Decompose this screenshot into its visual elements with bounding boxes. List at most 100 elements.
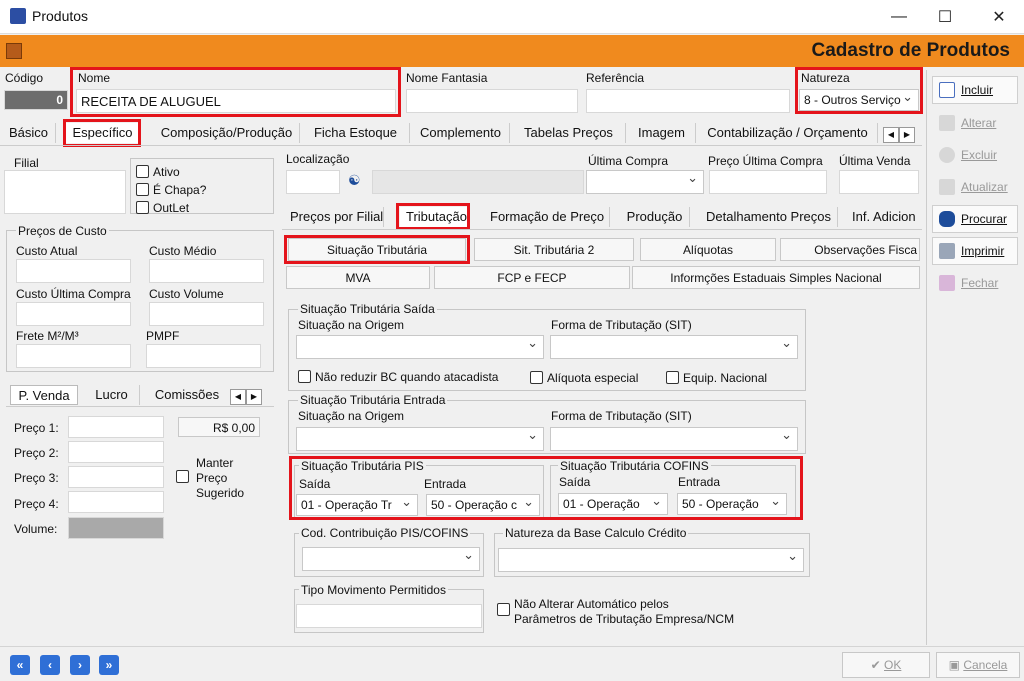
codigo-label: Código: [5, 71, 44, 85]
localizacao-label: Localização: [286, 152, 350, 166]
custo-medio-field[interactable]: [149, 259, 264, 283]
custo-atual-label: Custo Atual: [16, 244, 78, 258]
nome-fantasia-label: Nome Fantasia: [406, 71, 488, 85]
tab-formacao-preco[interactable]: Formação de Preço: [484, 207, 610, 227]
natureza-select[interactable]: 8 - Outros Serviço: [799, 89, 919, 111]
tab-imagem[interactable]: Imagem: [628, 123, 696, 143]
manter-preco-checkbox[interactable]: [176, 470, 189, 483]
atualizar-button[interactable]: Atualizar: [932, 173, 1018, 201]
tab-producao[interactable]: Produção: [620, 207, 690, 227]
tab-ficha-estoque[interactable]: Ficha Estoque: [302, 123, 410, 143]
saida-forma-select[interactable]: [550, 335, 798, 359]
tab-complemento[interactable]: Complemento: [412, 123, 510, 143]
observacoes-fiscais-button[interactable]: Observações Fisca: [780, 238, 920, 261]
venda-scroll-left-icon[interactable]: ◀: [230, 389, 246, 405]
ultima-venda-field[interactable]: [839, 170, 919, 194]
equip-nacional-checkbox[interactable]: [666, 371, 679, 384]
outlet-checkbox[interactable]: [136, 201, 149, 214]
scroll-left-icon[interactable]: ◀: [883, 127, 899, 143]
sidebar-divider: [926, 70, 927, 645]
pis-entrada-select[interactable]: 50 - Operação c: [426, 494, 540, 516]
sit-tributaria-2-button[interactable]: Sit. Tributária 2: [474, 238, 634, 261]
preco-ultima-compra-field[interactable]: [709, 170, 827, 194]
nao-reduzir-checkbox[interactable]: [298, 370, 311, 383]
binoculars-search-icon: [939, 211, 955, 227]
cofins-entrada-select[interactable]: 50 - Operação: [677, 493, 787, 515]
fechar-button[interactable]: Fechar: [932, 269, 1018, 297]
tab-especifico[interactable]: Específico: [66, 123, 140, 143]
incluir-button[interactable]: Incluir: [932, 76, 1018, 104]
preco2-label: Preço 2:: [14, 446, 59, 460]
pmpf-field[interactable]: [146, 344, 261, 368]
pis-saida-select[interactable]: 01 - Operação Tr: [296, 494, 418, 516]
nome-field[interactable]: RECEITA DE ALUGUEL: [76, 89, 396, 113]
tab-p-venda[interactable]: P. Venda: [10, 385, 78, 405]
referencia-field[interactable]: [586, 89, 790, 113]
mva-button[interactable]: MVA: [286, 266, 430, 289]
previous-record-icon[interactable]: ‹: [40, 655, 60, 675]
saida-origem-select[interactable]: [296, 335, 544, 359]
procurar-button[interactable]: Procurar: [932, 205, 1018, 233]
localizacao-field[interactable]: [286, 170, 340, 194]
tab-composicao[interactable]: Composição/Produção: [154, 123, 300, 143]
frete-field[interactable]: [16, 344, 131, 368]
situacao-tributaria-button[interactable]: Situação Tributária: [288, 238, 466, 261]
maximize-button[interactable]: ☐: [922, 0, 968, 34]
venda-tab-scroller[interactable]: ◀ ▶: [230, 389, 262, 405]
alterar-button[interactable]: Alterar: [932, 109, 1018, 137]
form-heading: Cadastro de Produtos: [811, 40, 1010, 61]
ultima-compra-select[interactable]: [586, 170, 704, 194]
next-record-icon[interactable]: ›: [70, 655, 90, 675]
aliquotas-button[interactable]: Alíquotas: [640, 238, 776, 261]
movimento-field[interactable]: [296, 604, 482, 628]
tab-basico[interactable]: Básico: [2, 123, 56, 143]
nome-fantasia-field[interactable]: [406, 89, 578, 113]
nao-alterar-checkbox[interactable]: [497, 603, 510, 616]
custo-volume-field[interactable]: [149, 302, 264, 326]
tab-tributacao[interactable]: Tributação: [400, 207, 470, 227]
tab-inf-adicion[interactable]: Inf. Adicion: [846, 207, 922, 227]
excluir-button[interactable]: Excluir: [932, 141, 1018, 169]
imprimir-button[interactable]: Imprimir: [932, 237, 1018, 265]
tab-comissoes[interactable]: Comissões: [148, 385, 226, 405]
main-tab-scroller[interactable]: ◀ ▶: [883, 127, 915, 143]
custo-atual-field[interactable]: [16, 259, 131, 283]
aliquota-especial-checkbox[interactable]: [530, 371, 543, 384]
first-record-icon[interactable]: «: [10, 655, 30, 675]
natureza-base-select[interactable]: [498, 548, 804, 572]
tab-precos-filial[interactable]: Preços por Filial: [284, 207, 384, 227]
preco1-field[interactable]: [68, 416, 164, 438]
close-button[interactable]: ✕: [976, 0, 1022, 34]
contribuicao-select[interactable]: [302, 547, 480, 571]
last-record-icon[interactable]: »: [99, 655, 119, 675]
saida-forma-label: Forma de Tributação (SIT): [551, 318, 692, 332]
pis-saida-label: Saída: [299, 477, 331, 491]
tab-detalhamento[interactable]: Detalhamento Preços: [700, 207, 838, 227]
fcp-fecp-button[interactable]: FCP e FECP: [434, 266, 630, 289]
tab-contabilizacao[interactable]: Contabilização / Orçamento: [698, 123, 878, 143]
minimize-button[interactable]: —: [876, 0, 922, 34]
tab-lucro[interactable]: Lucro: [84, 385, 140, 405]
cofins-saida-label: Saída: [559, 475, 591, 489]
nome-label: Nome: [78, 71, 111, 85]
filial-field[interactable]: [4, 170, 126, 214]
entrada-forma-select[interactable]: [550, 427, 798, 451]
informacoes-simples-button[interactable]: Informções Estaduais Simples Nacional: [632, 266, 920, 289]
chapa-checkbox[interactable]: [136, 183, 149, 196]
volume-label: Volume:: [14, 522, 58, 536]
cancela-button[interactable]: ▣ Cancela: [936, 652, 1020, 678]
scroll-right-icon[interactable]: ▶: [899, 127, 915, 143]
preco4-field[interactable]: [68, 491, 164, 513]
printer-icon: [939, 243, 955, 259]
venda-scroll-right-icon[interactable]: ▶: [246, 389, 262, 405]
binoculars-icon[interactable]: ☯: [348, 172, 361, 189]
cofins-saida-select[interactable]: 01 - Operação: [558, 493, 668, 515]
custo-ultima-field[interactable]: [16, 302, 131, 326]
ativo-checkbox[interactable]: [136, 165, 149, 178]
ok-button[interactable]: ✔ OK: [842, 652, 930, 678]
preco3-field[interactable]: [68, 466, 164, 488]
preco2-field[interactable]: [68, 441, 164, 463]
tab-tabelas-precos[interactable]: Tabelas Preços: [512, 123, 626, 143]
pmpf-label: PMPF: [146, 329, 180, 343]
entrada-origem-select[interactable]: [296, 427, 544, 451]
